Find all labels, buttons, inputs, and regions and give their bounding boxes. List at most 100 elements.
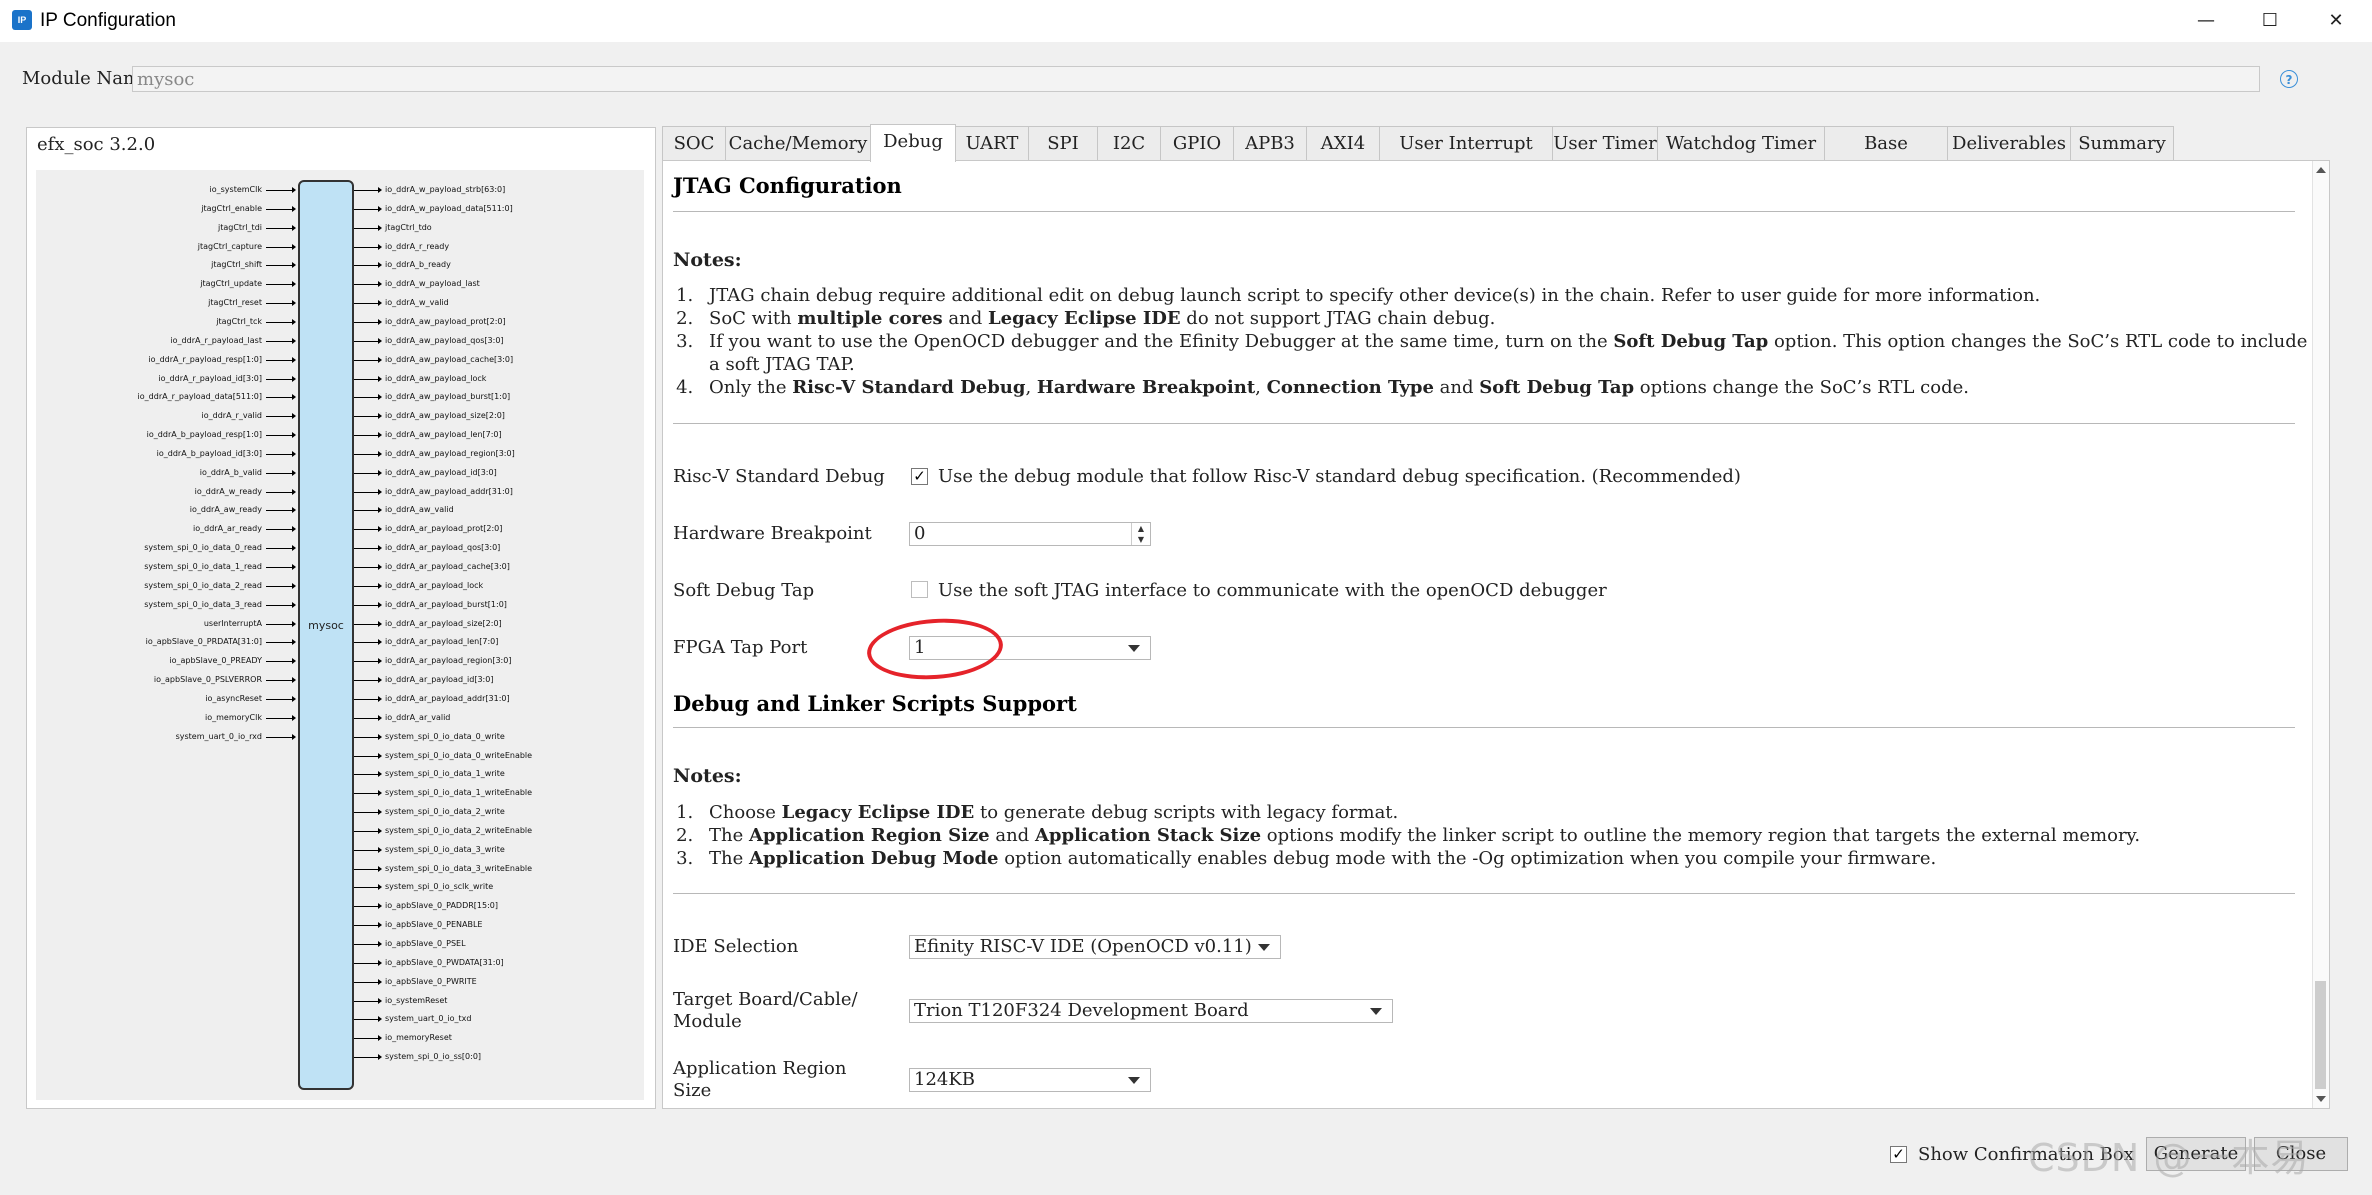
pin-arrow — [378, 262, 382, 269]
tab-watchdog-timer[interactable]: Watchdog Timer — [1657, 126, 1825, 160]
riscv-debug-text: Use the debug module that follow Risc-V … — [938, 466, 1741, 487]
scroll-down-icon[interactable] — [2316, 1096, 2326, 1102]
pin-arrow — [378, 582, 382, 589]
soft-debug-tap-checkbox[interactable] — [911, 581, 928, 598]
chevron-down-icon — [1258, 944, 1270, 951]
scripts-heading: Debug and Linker Scripts Support — [673, 691, 1077, 716]
spin-arrows-icon[interactable]: ▲ ▼ — [1131, 523, 1150, 545]
scroll-thumb[interactable] — [2315, 981, 2326, 1089]
pin-wire — [266, 303, 294, 305]
pin-wire — [354, 321, 380, 323]
output-pin: system_spi_0_io_data_0_write — [354, 731, 644, 743]
scroll-up-icon[interactable] — [2316, 167, 2326, 173]
minimize-icon[interactable]: — — [2176, 2, 2236, 40]
tab-spi[interactable]: SPI — [1028, 126, 1098, 160]
pin-arrow — [292, 413, 296, 420]
tab-user-timer[interactable]: User Timer — [1552, 126, 1658, 160]
pin-wire — [354, 472, 380, 474]
pin-arrow — [378, 1054, 382, 1061]
tab-soc[interactable]: SOC — [662, 126, 726, 160]
output-pin: io_apbSlave_0_PADDR[15:0] — [354, 900, 644, 912]
riscv-debug-checkbox[interactable]: ✓ — [911, 468, 928, 485]
pin-wire — [266, 190, 294, 191]
tab-i2c[interactable]: I2C — [1097, 126, 1161, 160]
jtag-notes-label: Notes: — [673, 249, 742, 271]
input-pin: system_spi_0_io_data_0_read — [36, 542, 296, 554]
close-window-icon[interactable]: ✕ — [2306, 2, 2366, 40]
output-pin: system_spi_0_io_sclk_write — [354, 881, 644, 893]
output-pin: io_apbSlave_0_PENABLE — [354, 919, 644, 931]
pin-wire — [266, 585, 294, 587]
module-name-input[interactable]: mysoc — [132, 66, 2260, 92]
tab-axi4[interactable]: AXI4 — [1306, 126, 1380, 160]
input-pin: io_ddrA_b_valid — [36, 467, 296, 479]
tab-user-interrupt[interactable]: User Interrupt — [1379, 126, 1553, 160]
pin-wire — [266, 435, 294, 437]
pin-wire — [354, 227, 380, 229]
pin-label: io_ddrA_aw_payload_lock — [385, 373, 487, 383]
pin-arrow — [378, 243, 382, 250]
pin-wire — [266, 416, 294, 418]
pin-arrow — [378, 1035, 382, 1042]
tab-uart[interactable]: UART — [955, 126, 1029, 160]
pin-label: io_ddrA_ar_payload_size[2:0] — [385, 618, 502, 628]
pin-wire — [354, 190, 380, 191]
maximize-icon[interactable]: ☐ — [2240, 2, 2300, 40]
pin-arrow — [292, 488, 296, 495]
pin-wire — [266, 472, 294, 474]
fpga-tap-port-label: FPGA Tap Port — [673, 637, 808, 658]
note-item: The Application Debug Mode option automa… — [699, 847, 2321, 870]
pin-wire — [266, 491, 294, 493]
pin-arrow — [292, 318, 296, 325]
input-pin: system_spi_0_io_data_2_read — [36, 580, 296, 592]
note-item: If you want to use the OpenOCD debugger … — [699, 330, 2321, 376]
content-scrollbar[interactable] — [2312, 161, 2329, 1108]
pin-label: io_ddrA_ar_payload_id[3:0] — [385, 675, 494, 685]
input-pin: io_asyncReset — [36, 693, 296, 705]
pin-arrow — [378, 978, 382, 985]
pin-label: io_ddrA_ar_payload_region[3:0] — [385, 656, 512, 666]
pin-wire — [354, 944, 380, 945]
ide-selection-select[interactable]: Efinity RISC-V IDE (OpenOCD v0.11) — [909, 935, 1281, 959]
tab-gpio[interactable]: GPIO — [1160, 126, 1234, 160]
output-pin: io_apbSlave_0_PSEL — [354, 938, 644, 950]
pin-label: io_ddrA_aw_payload_prot[2:0] — [385, 316, 506, 326]
tab-cache-memory[interactable]: Cache/Memory — [725, 126, 871, 160]
pin-label: jtagCtrl_update — [200, 279, 262, 289]
tab-apb3[interactable]: APB3 — [1233, 126, 1307, 160]
input-pin: io_systemClk — [36, 184, 296, 196]
pin-arrow — [378, 714, 382, 721]
pin-arrow — [292, 450, 296, 457]
show-confirmation-checkbox[interactable]: ✓ — [1890, 1146, 1907, 1163]
tab-deliverables[interactable]: Deliverables — [1947, 126, 2071, 160]
tab-debug[interactable]: Debug — [870, 124, 956, 162]
pin-arrow — [378, 601, 382, 608]
pin-arrow — [378, 375, 382, 382]
output-pin: io_ddrA_aw_payload_len[7:0] — [354, 429, 644, 441]
pin-wire — [266, 717, 294, 719]
pin-label: io_ddrA_w_payload_last — [385, 279, 480, 289]
pin-wire — [354, 604, 380, 606]
output-pin: io_ddrA_r_ready — [354, 241, 644, 253]
pin-wire — [354, 208, 380, 210]
app-region-size-select[interactable]: 124KB — [909, 1068, 1151, 1092]
pin-label: system_spi_0_io_data_1_read — [144, 562, 262, 571]
pin-wire — [266, 284, 294, 286]
pin-label: io_ddrA_w_ready — [194, 486, 262, 496]
hw-breakpoint-spinbox[interactable]: 0 ▲ ▼ — [909, 522, 1151, 546]
help-icon[interactable]: ? — [2280, 70, 2298, 88]
pin-label: io_ddrA_ar_payload_prot[2:0] — [385, 524, 503, 534]
pin-wire — [266, 529, 294, 531]
tab-summary[interactable]: Summary — [2070, 126, 2174, 160]
pin-wire — [354, 755, 380, 757]
pin-arrow — [378, 205, 382, 212]
target-board-select[interactable]: Trion T120F324 Development Board — [909, 999, 1393, 1023]
pin-label: jtagCtrl_reset — [208, 298, 262, 308]
note-item: Choose Legacy Eclipse IDE to generate de… — [699, 801, 2321, 824]
tab-base-address[interactable]: Base Address — [1824, 126, 1948, 188]
output-pin: system_spi_0_io_data_2_write — [354, 806, 644, 818]
input-pin: io_ddrA_aw_ready — [36, 504, 296, 516]
output-pin: io_ddrA_ar_payload_burst[1:0] — [354, 599, 644, 611]
pin-wire — [354, 661, 380, 663]
note-item: SoC with multiple cores and Legacy Eclip… — [699, 307, 2321, 330]
